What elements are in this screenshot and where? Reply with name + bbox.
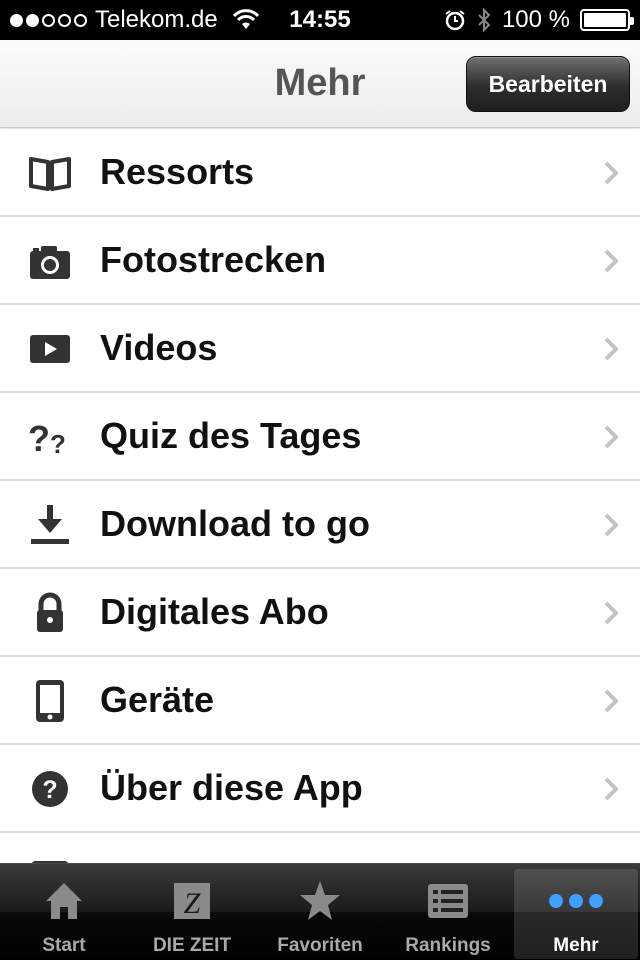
tab-rankings[interactable]: Rankings (386, 869, 510, 959)
menu-item-label: Download to go (100, 503, 370, 544)
menu-item-label: Über diese App (100, 767, 363, 808)
camera-icon (30, 246, 70, 279)
battery-percent: 100 % (501, 6, 570, 33)
chevron-right-icon (604, 249, 619, 273)
question-marks-icon: ? ? (28, 418, 66, 459)
more-dots-icon (549, 894, 603, 908)
svg-text:?: ? (28, 418, 50, 459)
tab-mehr[interactable]: Mehr (514, 869, 638, 959)
tab-label: Mehr (553, 935, 599, 956)
tab-label: Favoriten (277, 935, 363, 956)
menu-item-videos[interactable]: Videos (0, 305, 640, 393)
menu-item-label: Geräte (100, 679, 215, 720)
chevron-right-icon (604, 425, 619, 449)
menu-item-geraete[interactable]: Geräte (0, 657, 640, 745)
battery-icon (580, 9, 634, 31)
tab-die-zeit[interactable]: Z DIE ZEIT (130, 869, 254, 959)
svg-text:Z: Z (184, 887, 201, 920)
alarm-icon (445, 10, 465, 31)
play-icon (30, 335, 70, 363)
navigation-bar: Mehr Bearbeiten (0, 40, 640, 128)
edit-button[interactable]: Bearbeiten (466, 56, 630, 112)
menu-list: Ressorts Fotostrecken Videos ? ? Quiz de… (0, 129, 640, 863)
menu-item-label: Videos (100, 327, 218, 368)
status-right: 100 % (444, 6, 634, 34)
tab-bar: Start Z DIE ZEIT Favoriten Rankings Mehr (0, 863, 640, 960)
chevron-right-icon (604, 337, 619, 361)
status-bar: Telekom.de 14:55 100 % (0, 0, 640, 40)
menu-item-digitales-abo[interactable]: Digitales Abo (0, 569, 640, 657)
tab-start[interactable]: Start (2, 869, 126, 959)
lock-icon (37, 592, 63, 632)
list-icon (428, 884, 468, 918)
phone-icon (36, 680, 64, 722)
zeit-logo-icon: Z (174, 883, 210, 920)
star-icon (300, 881, 340, 920)
menu-item-label: Fotostrecken (100, 239, 327, 280)
chevron-right-icon (604, 161, 619, 185)
menu-item-label: Digitales Abo (100, 591, 329, 632)
tab-label: DIE ZEIT (152, 935, 232, 956)
menu-item-ueber-app[interactable]: ? Über diese App (0, 745, 640, 833)
chevron-right-icon (604, 513, 619, 537)
menu-item-ressorts[interactable]: Ressorts (0, 129, 640, 217)
menu-item-label: Quiz des Tages (100, 415, 362, 456)
tab-favoriten[interactable]: Favoriten (258, 869, 382, 959)
tab-label: Start (42, 935, 86, 956)
svg-text:?: ? (42, 776, 57, 804)
menu-item-quiz[interactable]: ? ? Quiz des Tages (0, 393, 640, 481)
menu-item-download[interactable]: Download to go (0, 481, 640, 569)
chevron-right-icon (604, 601, 619, 625)
svg-text:?: ? (50, 429, 66, 459)
partial-item-icon (32, 861, 68, 863)
tab-label: Rankings (405, 935, 491, 956)
menu-item-partial[interactable] (0, 833, 640, 863)
menu-item-label: Ressorts (100, 151, 255, 192)
chevron-right-icon (604, 689, 619, 713)
chevron-right-icon (604, 777, 619, 801)
book-icon (29, 157, 71, 191)
menu-item-fotostrecken[interactable]: Fotostrecken (0, 217, 640, 305)
help-circle-icon: ? (32, 771, 68, 807)
home-icon (46, 883, 82, 919)
download-icon (31, 505, 69, 544)
bluetooth-icon (478, 8, 491, 32)
